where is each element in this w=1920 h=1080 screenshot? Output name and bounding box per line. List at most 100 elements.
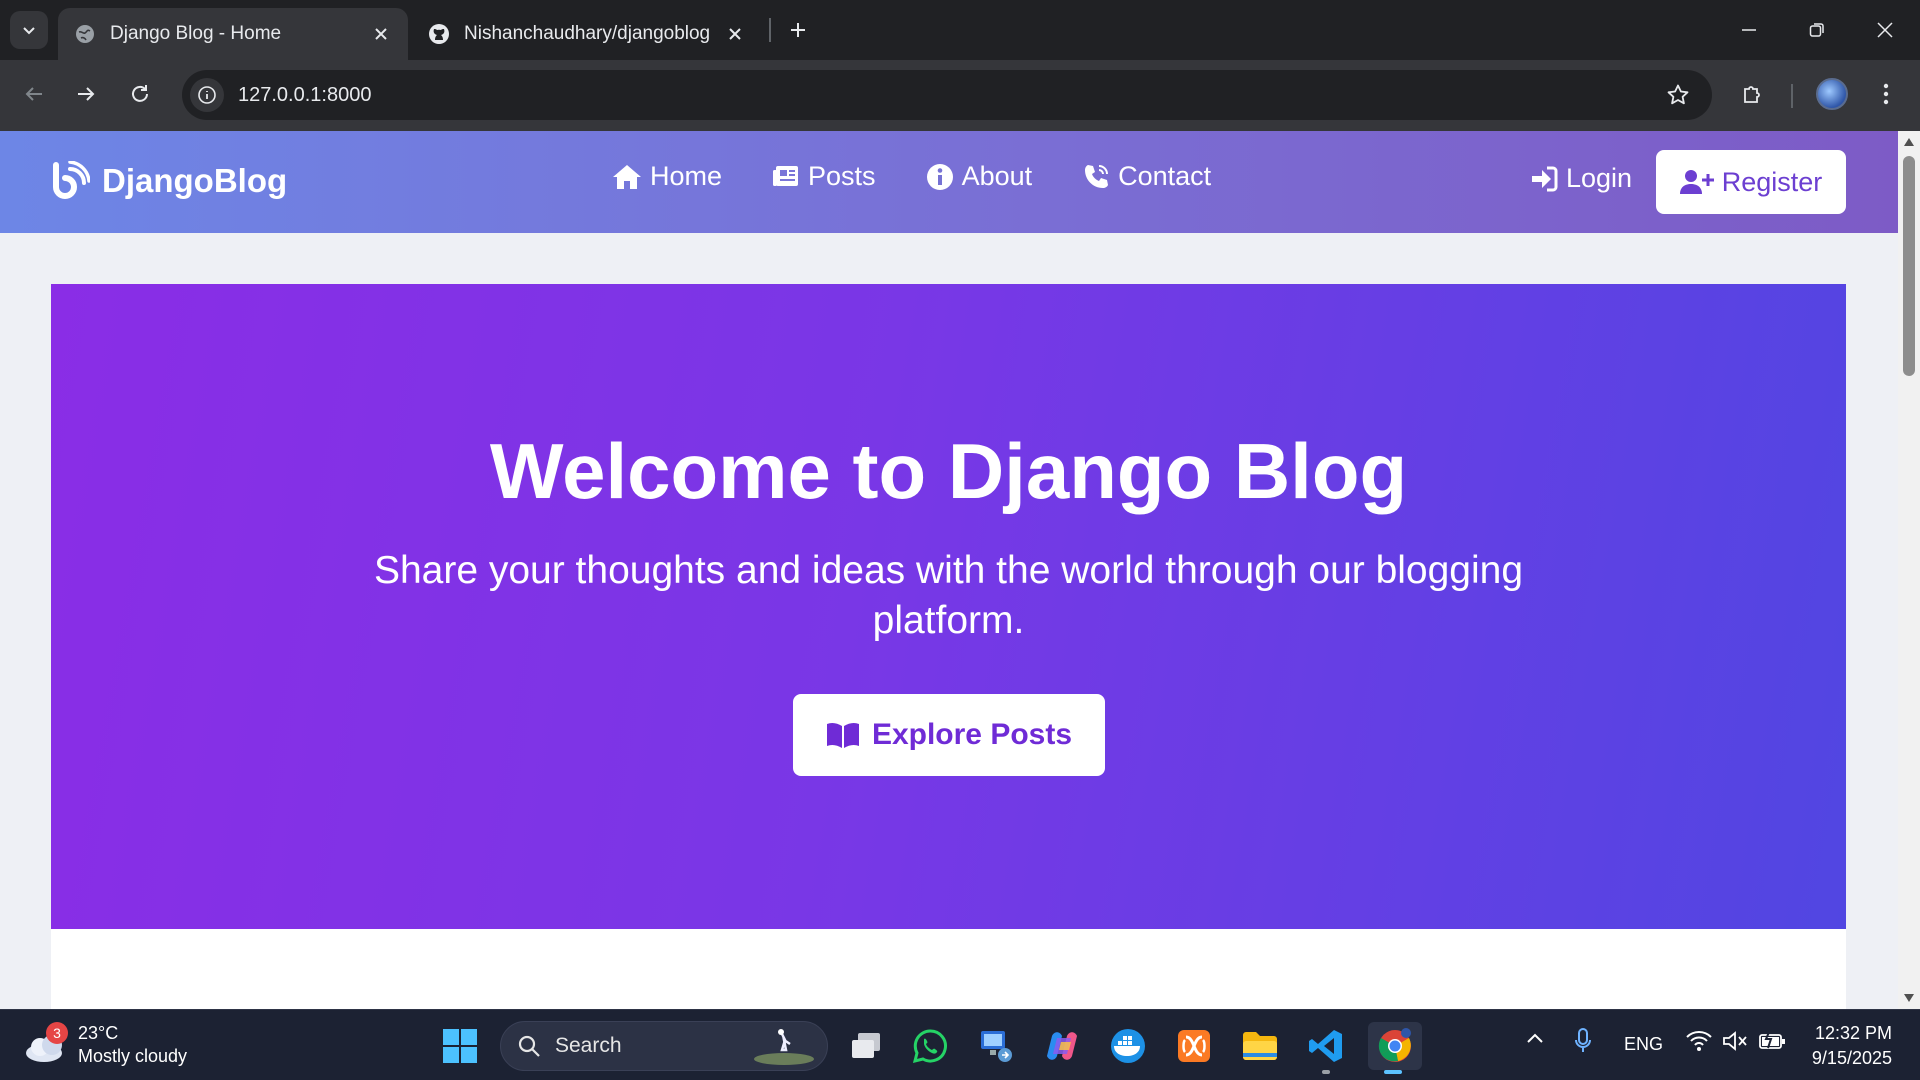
bookmark-button[interactable] — [1658, 75, 1698, 115]
register-button[interactable]: Register — [1656, 150, 1846, 214]
taskbar-clock[interactable]: 12:32 PM 9/15/2025 — [1804, 1021, 1892, 1071]
forward-button[interactable] — [66, 74, 106, 114]
tab-separator — [769, 18, 771, 42]
task-view-icon — [852, 1033, 880, 1058]
login-link[interactable]: Login — [1530, 163, 1632, 194]
close-tab-icon[interactable] — [370, 23, 392, 45]
cloud-icon: 3 — [24, 1022, 68, 1065]
weather-temp: 23°C — [78, 1023, 119, 1043]
weather-widget[interactable]: 3 23°C Mostly cloudy — [24, 1022, 187, 1068]
scrollbar-thumb[interactable] — [1903, 156, 1915, 376]
info-circle-icon — [926, 163, 953, 190]
reload-button[interactable] — [120, 74, 160, 114]
xampp-icon — [1178, 1030, 1210, 1062]
explore-posts-label: Explore Posts — [871, 718, 1073, 751]
close-window-button[interactable] — [1850, 0, 1920, 60]
explore-posts-button[interactable]: Explore Posts — [793, 694, 1105, 776]
battery-charging-icon — [1759, 1030, 1785, 1049]
file-explorer-icon — [1243, 1032, 1277, 1060]
blog-logo-icon — [53, 161, 90, 199]
whatsapp-icon — [912, 1029, 947, 1064]
hero-section: Welcome to Django Blog Share your though… — [51, 284, 1846, 929]
scroll-up-arrow[interactable] — [1902, 135, 1916, 149]
sign-in-icon — [1532, 166, 1558, 191]
weather-badge: 3 — [46, 1022, 68, 1044]
copilot-icon — [1047, 1032, 1077, 1060]
tab-title: Django Blog - Home — [110, 23, 282, 44]
show-hidden-icons[interactable] — [1526, 1032, 1544, 1044]
clock-time: 12:32 PM — [1814, 1023, 1892, 1043]
brand-name: DjangoBlog — [102, 162, 288, 199]
toolbar-divider — [1791, 84, 1793, 108]
profile-button[interactable] — [1812, 74, 1852, 114]
taskbar-whatsapp[interactable] — [906, 1022, 954, 1070]
close-icon — [1877, 22, 1893, 38]
running-indicator — [1322, 1070, 1330, 1074]
taskbar-chrome[interactable] — [1368, 1022, 1422, 1074]
volume-muted-icon — [1723, 1031, 1747, 1051]
windows-start-icon — [443, 1029, 477, 1063]
puzzle-icon — [1744, 86, 1760, 103]
user-plus-icon — [1679, 170, 1714, 194]
minimize-button[interactable] — [1714, 0, 1784, 60]
tab-django-blog[interactable]: Django Blog - Home — [58, 8, 408, 60]
address-bar[interactable]: 127.0.0.1:8000 — [182, 70, 1712, 120]
nav-home[interactable]: Home — [612, 161, 722, 192]
task-view-button[interactable] — [842, 1022, 890, 1070]
home-icon — [613, 164, 641, 189]
microphone-tray[interactable] — [1574, 1028, 1592, 1054]
taskbar-remote-desktop[interactable] — [972, 1022, 1020, 1070]
taskbar-xampp[interactable] — [1170, 1022, 1218, 1070]
more-vert-icon — [1883, 83, 1889, 105]
scroll-down-arrow[interactable] — [1902, 991, 1916, 1005]
url-text[interactable]: 127.0.0.1:8000 — [238, 84, 1658, 107]
taskbar-search[interactable]: Search — [500, 1021, 828, 1071]
nav-posts[interactable]: Posts — [772, 161, 876, 192]
chevron-up-icon — [1527, 1033, 1543, 1043]
site-info-button[interactable] — [190, 78, 224, 112]
nav-posts-label: Posts — [808, 161, 876, 191]
search-highlight-icon — [754, 1029, 814, 1065]
tab-search-button[interactable] — [10, 11, 48, 49]
arrow-right-icon — [78, 87, 95, 101]
login-label: Login — [1566, 163, 1633, 193]
tab-github[interactable]: Nishanchaudhary/djangoblog — [412, 8, 762, 60]
browser-tabstrip: Django Blog - Home Nishanchaudhary/djang… — [0, 0, 1920, 60]
arrow-left-icon — [25, 87, 42, 101]
chrome-menu-button[interactable] — [1866, 74, 1906, 114]
new-tab-button[interactable] — [782, 14, 814, 46]
nav-about[interactable]: About — [926, 161, 1033, 192]
nav-contact[interactable]: Contact — [1082, 161, 1211, 192]
microphone-icon — [1575, 1028, 1591, 1052]
globe-icon — [76, 25, 94, 43]
start-button[interactable] — [436, 1022, 484, 1070]
close-tab-icon[interactable] — [724, 23, 746, 45]
extensions-button[interactable] — [1733, 74, 1773, 114]
nav-about-label: About — [961, 161, 1033, 191]
page-viewport: DjangoBlog Home Posts About Contact Logi… — [0, 131, 1920, 1009]
network-tray[interactable] — [1686, 1030, 1712, 1052]
page-scrollbar[interactable] — [1898, 131, 1920, 1009]
nav-links: Home Posts About Contact — [612, 161, 1261, 192]
back-button[interactable] — [14, 74, 54, 114]
vscode-icon — [1309, 1030, 1342, 1062]
newspaper-icon — [773, 165, 799, 186]
register-label: Register — [1721, 166, 1823, 197]
phone-icon — [1085, 164, 1109, 188]
language-indicator[interactable]: ENG — [1624, 1034, 1663, 1055]
taskbar-copilot[interactable] — [1038, 1022, 1086, 1070]
taskbar-vscode[interactable] — [1302, 1022, 1350, 1074]
avatar — [1816, 78, 1848, 110]
hero-subtitle: Share your thoughts and ideas with the w… — [373, 549, 1524, 642]
brand-link[interactable]: DjangoBlog — [50, 161, 287, 201]
reload-icon — [132, 85, 148, 102]
taskbar-file-explorer[interactable] — [1236, 1022, 1284, 1070]
plus-icon — [791, 23, 805, 37]
windows-taskbar: 3 23°C Mostly cloudy Search ENG 12:32 PM… — [0, 1009, 1920, 1080]
github-icon — [429, 24, 449, 44]
restore-button[interactable] — [1782, 0, 1852, 60]
taskbar-docker[interactable] — [1104, 1022, 1152, 1070]
volume-tray[interactable] — [1722, 1030, 1748, 1052]
remote-desktop-icon — [981, 1031, 1012, 1062]
battery-tray[interactable] — [1758, 1030, 1786, 1052]
